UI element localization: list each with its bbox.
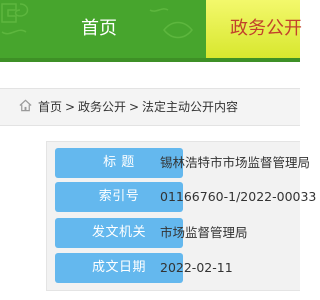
- breadcrumb: 首页 > 政务公开 > 法定主动公开内容: [0, 88, 300, 126]
- nav-item-home-label: 首页: [81, 18, 117, 39]
- info-value-date: 2022-02-11: [160, 260, 233, 275]
- document-info-card: 标 题 锡林浩特市市场监督管理局 索引号 01166760-1/2022-000…: [46, 141, 316, 291]
- breadcrumb-current: 法定主动公开内容: [142, 100, 239, 114]
- info-value-title: 锡林浩特市市场监督管理局: [160, 155, 311, 170]
- top-nav: 首页 政务公开: [0, 0, 302, 62]
- nav-item-government-affairs-label: 政务公开: [230, 18, 302, 39]
- info-row-issuer: 发文机关 市场监督管理局: [47, 218, 301, 248]
- home-icon: [19, 99, 32, 112]
- info-value-index: 01166760-1/2022-00033: [160, 189, 317, 204]
- info-row-date: 成文日期 2022-02-11: [47, 253, 301, 283]
- info-row-title: 标 题 锡林浩特市市场监督管理局: [47, 148, 310, 178]
- breadcrumb-separator: >: [65, 100, 76, 114]
- breadcrumb-separator: >: [129, 100, 140, 114]
- nav-item-home[interactable]: 首页: [54, 0, 144, 58]
- nav-item-government-affairs[interactable]: 政务公开: [206, 0, 302, 58]
- breadcrumb-home[interactable]: 首页: [38, 100, 62, 114]
- info-row-index: 索引号 01166760-1/2022-00033: [47, 182, 316, 212]
- breadcrumb-government-affairs[interactable]: 政务公开: [78, 100, 126, 114]
- info-value-issuer: 市场监督管理局: [160, 225, 248, 240]
